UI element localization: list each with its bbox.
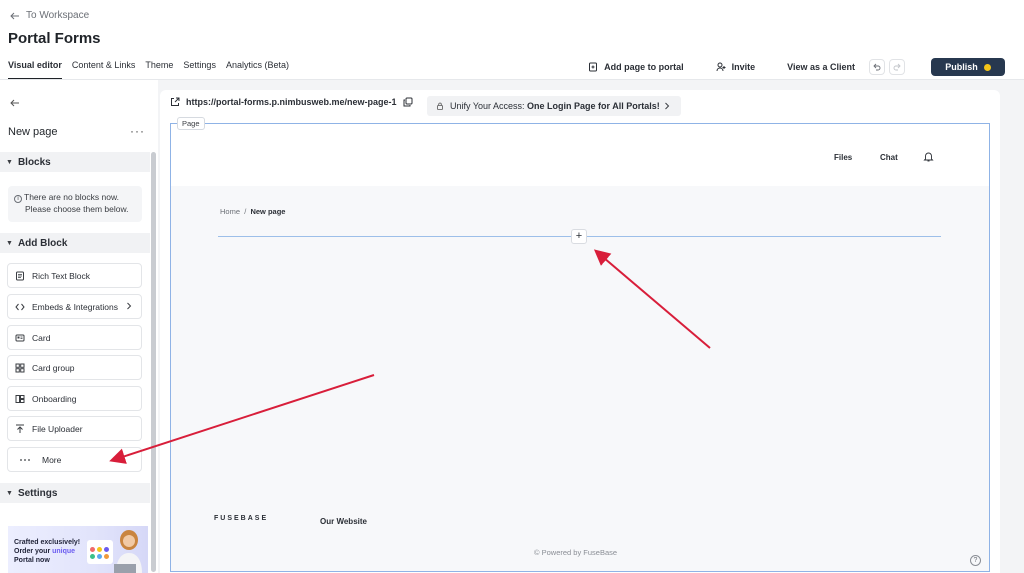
tab-settings[interactable]: Settings (183, 60, 216, 80)
fusebase-logo: FUSEBASE (214, 515, 269, 522)
promo-line-1: Crafted exclusively! (14, 539, 81, 546)
bell-icon[interactable] (923, 151, 934, 162)
more-icon (20, 458, 30, 461)
publish-button[interactable]: Publish (931, 58, 1005, 76)
sidebar-page-title: New page (8, 126, 58, 138)
undo-button[interactable] (869, 59, 885, 75)
grid-icon (15, 363, 25, 372)
chevron-right-icon (127, 302, 132, 310)
user-add-icon (716, 62, 726, 72)
tab-content-links[interactable]: Content & Links (72, 60, 136, 80)
view-as-client-button[interactable]: View as a Client (783, 60, 859, 74)
tab-analytics[interactable]: Analytics (Beta) (226, 60, 289, 80)
promo-banner[interactable]: Crafted exclusively! Order your unique P… (8, 526, 148, 573)
powered-by-text: © Powered by FuseBase (534, 548, 618, 557)
block-item-more[interactable]: More (7, 447, 142, 472)
page-add-icon (589, 62, 598, 72)
page-title: Portal Forms (8, 30, 101, 47)
back-to-workspace-link[interactable]: To Workspace (10, 10, 89, 21)
card-icon (15, 334, 25, 341)
add-block-section-header[interactable]: ▼ Add Block (0, 233, 150, 253)
sidebar-scrollbar[interactable] (151, 152, 156, 572)
help-icon[interactable]: ? (970, 555, 981, 566)
redo-icon (893, 63, 901, 71)
page-tag: Page (177, 117, 205, 130)
block-item-card[interactable]: Card (7, 325, 142, 350)
nav-chat-link[interactable]: Chat (880, 153, 898, 162)
add-block-plus-button[interactable]: + (571, 229, 587, 244)
promo-line-2: Order your (14, 548, 53, 555)
block-item-label: File Uploader (32, 423, 83, 434)
no-blocks-message: i There are no blocks now. Please choose … (8, 186, 142, 222)
unify-bold-label: One Login Page for All Portals! (527, 101, 660, 111)
promo-palette-illustration (87, 540, 113, 564)
caret-down-icon: ▼ (6, 239, 13, 247)
blocks-section-label: Blocks (17, 156, 51, 168)
document-icon (16, 271, 24, 280)
block-item-label: More (42, 454, 62, 465)
undo-redo-group (869, 59, 905, 75)
arrow-left-icon (10, 12, 19, 19)
sidebar-back-icon[interactable] (8, 96, 22, 110)
site-header (171, 124, 989, 186)
page-url-bar: https://portal-forms.p.nimbusweb.me/new-… (170, 97, 413, 107)
info-icon: i (14, 195, 22, 203)
block-item-label: Embeds & Integrations (32, 301, 118, 312)
editor-tabs: Visual editor Content & Links Theme Sett… (8, 60, 289, 80)
block-item-label: Card (32, 332, 51, 343)
add-page-label: Add page to portal (604, 62, 684, 72)
block-item-file-uploader[interactable]: File Uploader (7, 416, 142, 441)
our-website-link[interactable]: Our Website (320, 517, 367, 526)
blocks-section-header[interactable]: ▼ Blocks (0, 152, 150, 172)
caret-down-icon: ▼ (6, 158, 13, 166)
add-page-to-portal-button[interactable]: Add page to portal (584, 60, 688, 74)
publish-label: Publish (945, 62, 978, 72)
onboarding-icon (15, 394, 25, 403)
promo-text: Crafted exclusively! Order your unique P… (14, 538, 80, 565)
settings-section-label: Settings (17, 487, 58, 499)
back-label: To Workspace (26, 10, 90, 21)
empty-line-1: There are no blocks now. (24, 192, 119, 202)
block-item-card-group[interactable]: Card group (7, 355, 142, 380)
unify-access-banner[interactable]: Unify Your Access: One Login Page for Al… (427, 96, 681, 116)
redo-button[interactable] (889, 59, 905, 75)
block-item-rich-text[interactable]: Rich Text Block (7, 263, 142, 288)
block-item-onboarding[interactable]: Onboarding (7, 386, 142, 411)
invite-button[interactable]: Invite (712, 60, 760, 74)
settings-section-header[interactable]: ▼ Settings (0, 483, 150, 503)
add-block-section-label: Add Block (17, 237, 68, 249)
promo-line-3: Portal now (14, 557, 50, 564)
invite-label: Invite (731, 62, 756, 72)
breadcrumb-separator: / (244, 207, 247, 216)
promo-highlight: unique (52, 548, 76, 555)
tab-theme[interactable]: Theme (145, 60, 173, 80)
person-illustration (114, 530, 142, 573)
block-item-label: Onboarding (32, 393, 77, 404)
code-icon (15, 303, 25, 310)
undo-icon (873, 63, 881, 71)
view-as-client-label: View as a Client (787, 62, 855, 72)
breadcrumb-home[interactable]: Home (220, 207, 240, 216)
nav-files-link[interactable]: Files (834, 153, 852, 162)
page-options-button[interactable]: ··· (130, 124, 145, 138)
block-item-label: Rich Text Block (32, 270, 90, 281)
upload-icon (16, 424, 24, 433)
page-url[interactable]: https://portal-forms.p.nimbusweb.me/new-… (186, 97, 397, 107)
copy-icon[interactable] (403, 97, 413, 107)
header-actions: Add page to portal Invite View as a Clie… (584, 58, 1005, 76)
lock-icon (437, 102, 443, 110)
caret-down-icon: ▼ (6, 489, 13, 497)
external-link-icon[interactable] (170, 97, 180, 107)
breadcrumb-current: New page (250, 207, 286, 216)
tab-visual-editor[interactable]: Visual editor (8, 60, 62, 80)
unpublished-status-dot (983, 63, 991, 71)
empty-line-2: Please choose them below. (25, 204, 129, 214)
breadcrumb: Home / New page (220, 207, 285, 216)
block-item-embeds[interactable]: Embeds & Integrations (7, 294, 142, 319)
unify-label: Unify Your Access: (450, 101, 528, 111)
chevron-right-icon (665, 102, 670, 110)
block-item-label: Card group (32, 362, 75, 373)
